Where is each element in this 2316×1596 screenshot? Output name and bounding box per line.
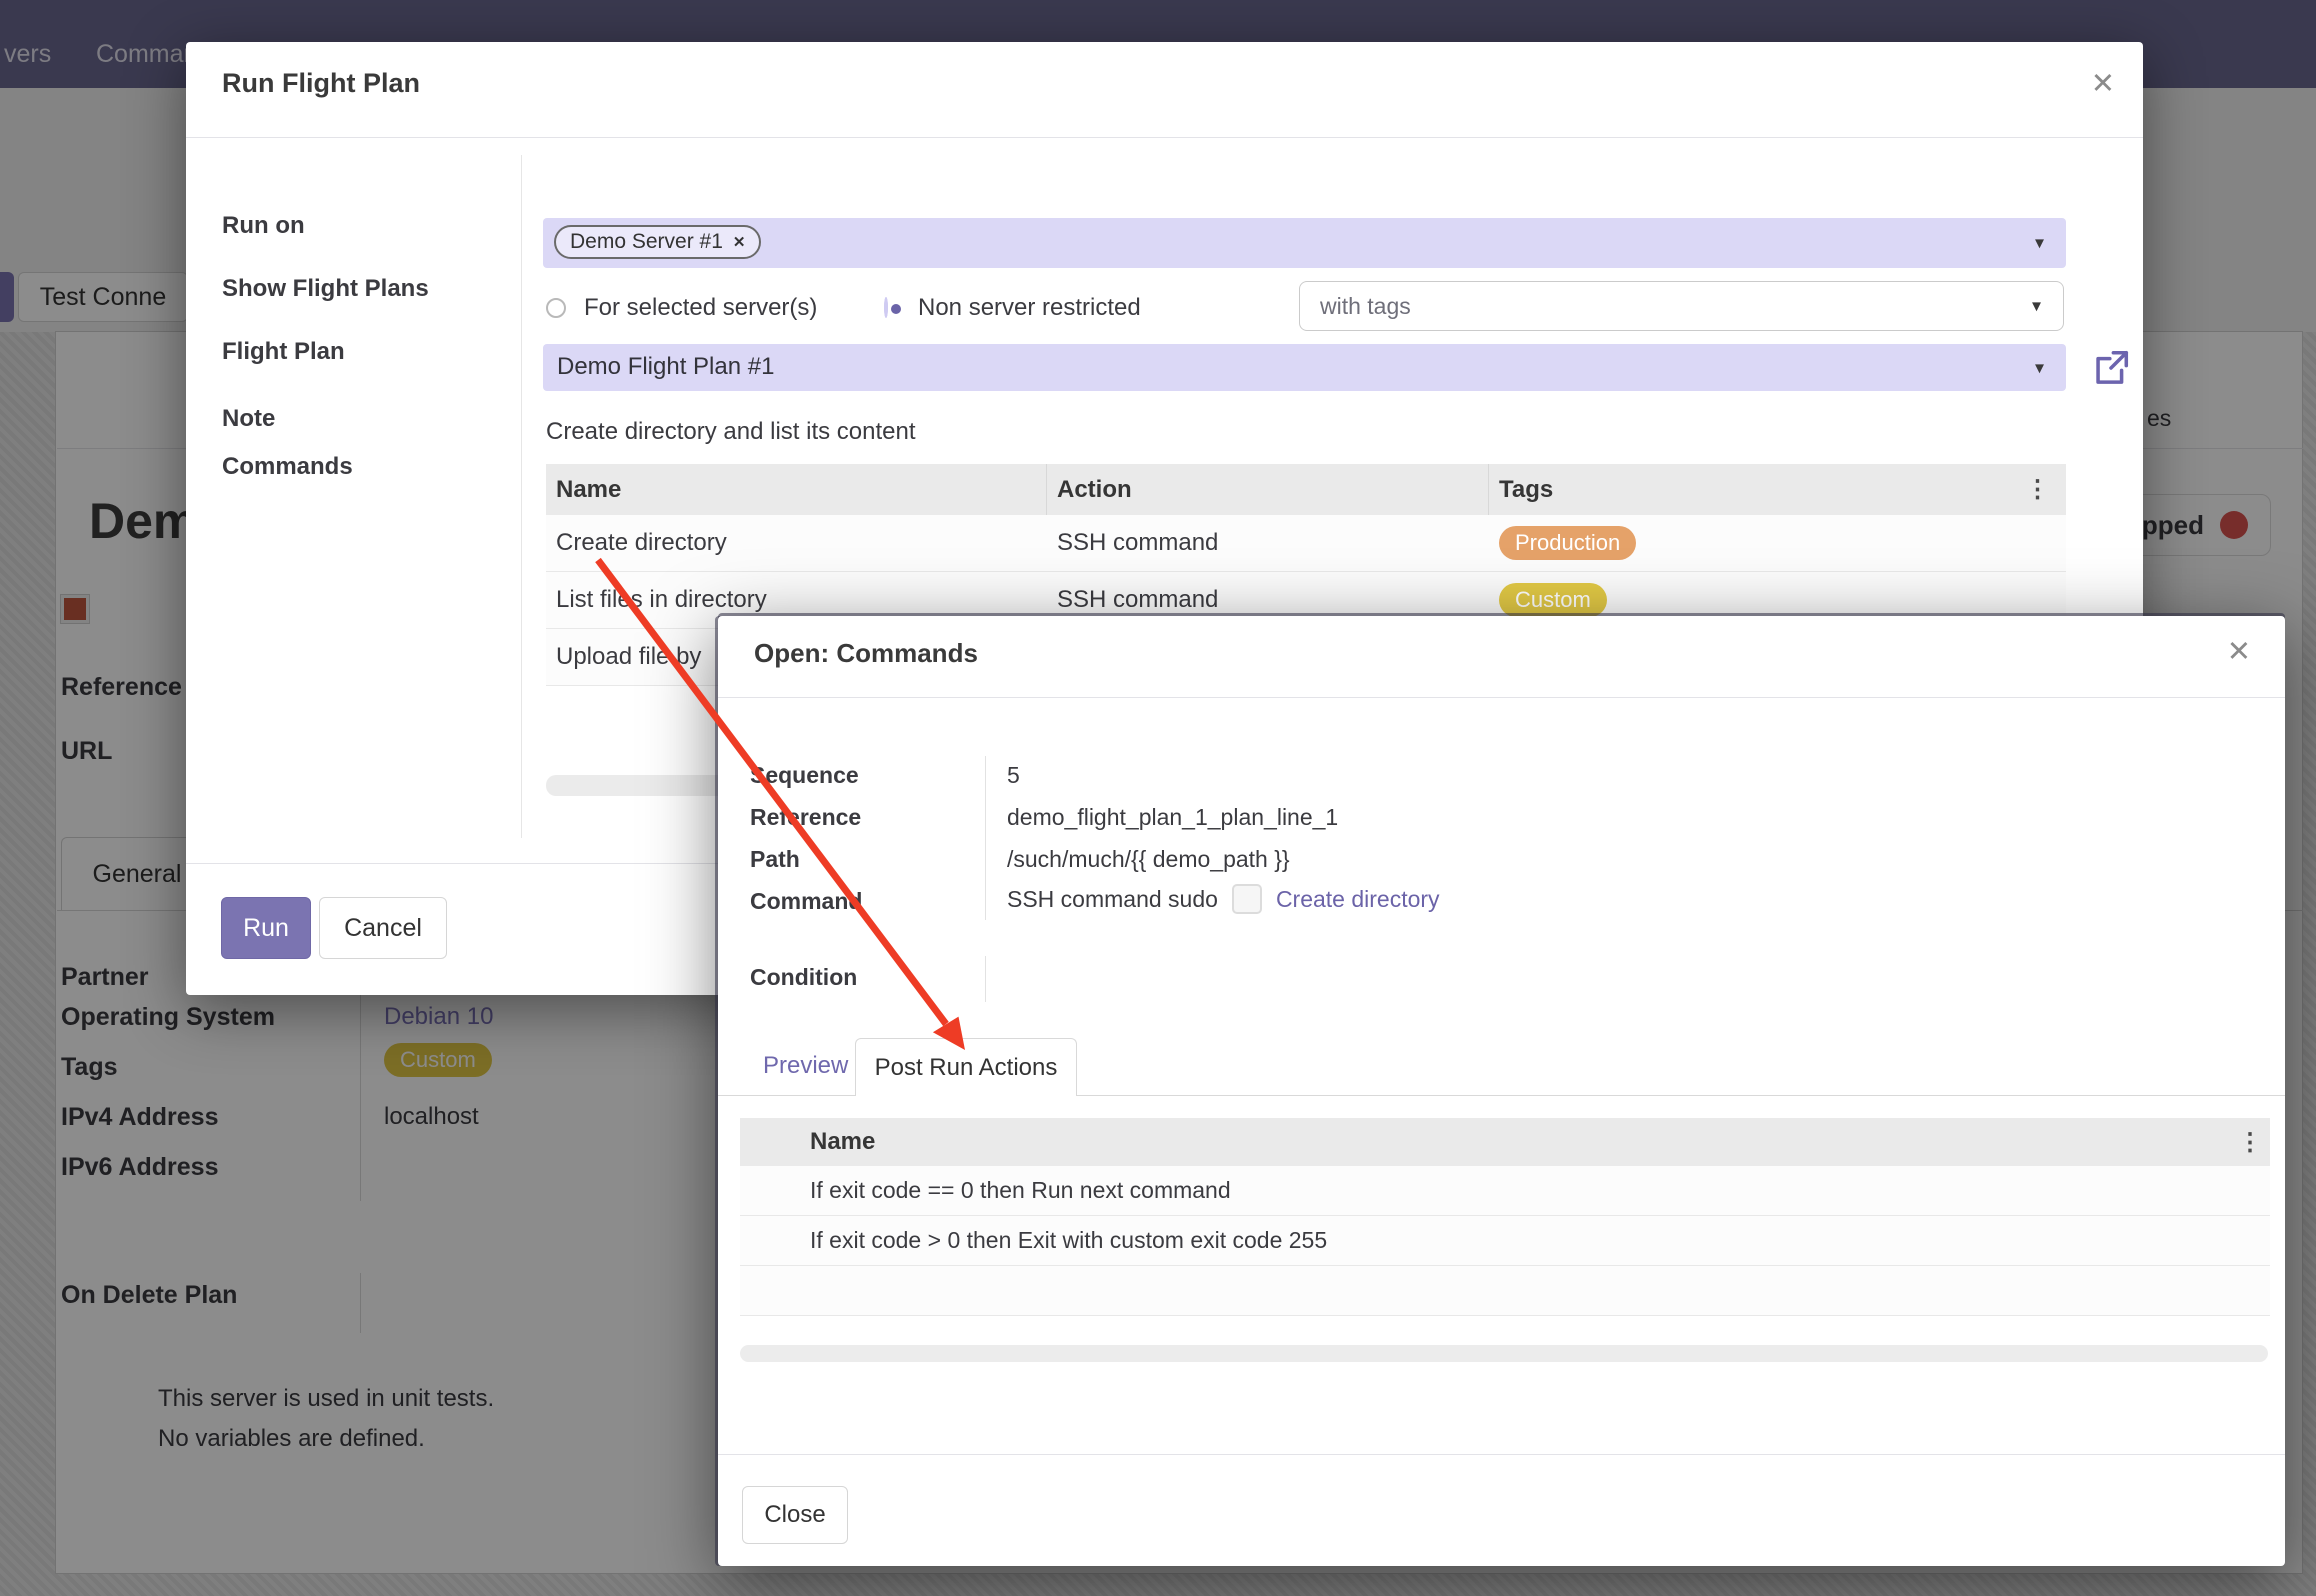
- column-header-name[interactable]: Name: [546, 464, 1047, 515]
- external-link-icon[interactable]: [2091, 348, 2131, 388]
- note-label: Note: [222, 405, 275, 433]
- reference-value: demo_flight_plan_1_plan_line_1: [1007, 804, 1338, 831]
- tab-post-run-actions[interactable]: Post Run Actions: [855, 1038, 1077, 1096]
- command-link[interactable]: Create directory: [1276, 886, 1440, 913]
- chevron-down-icon: ▾: [2035, 357, 2044, 378]
- column-header-tags[interactable]: Tags: [1489, 464, 2009, 515]
- radio-non-server-restricted-label[interactable]: Non server restricted: [918, 294, 1141, 322]
- cancel-button[interactable]: Cancel: [319, 897, 447, 959]
- screen: vers Commands Files Tools Settings Test …: [0, 0, 2316, 1596]
- run-button-label: Run: [243, 914, 289, 943]
- flight-plan-value: Demo Flight Plan #1: [557, 353, 774, 381]
- condition-label: Condition: [750, 964, 857, 991]
- show-flight-plans-label: Show Flight Plans: [222, 275, 429, 303]
- label-column-divider: [521, 155, 522, 838]
- table-row[interactable]: If exit code == 0 then Run next command: [740, 1166, 2270, 1216]
- condition-column-divider: [985, 956, 986, 1002]
- close-icon[interactable]: ✕: [2091, 70, 2115, 99]
- command-label: Command: [750, 888, 862, 915]
- tab-preview[interactable]: Preview: [763, 1052, 848, 1080]
- label-column-divider: [985, 756, 986, 920]
- radio-for-selected-servers-label[interactable]: For selected server(s): [584, 294, 817, 322]
- run-on-label: Run on: [222, 212, 305, 240]
- dialog-title: Open: Commands: [754, 638, 978, 669]
- row-action: SSH command: [1047, 529, 1489, 557]
- column-options-icon[interactable]: ⋮: [2230, 1128, 2270, 1157]
- with-tags-placeholder: with tags: [1320, 293, 1411, 320]
- close-button[interactable]: Close: [742, 1486, 848, 1544]
- actions-table-header: Name ⋮: [740, 1118, 2270, 1166]
- tag-production-pill: Production: [1499, 526, 1636, 560]
- command-value: SSH command sudo: [1007, 886, 1218, 913]
- tag-custom-pill: Custom: [1499, 583, 1607, 617]
- row-name: If exit code > 0 then Exit with custom e…: [800, 1227, 2230, 1254]
- chip-remove-icon[interactable]: ✕: [733, 233, 746, 251]
- row-name: Create directory: [546, 529, 1047, 557]
- close-button-label: Close: [764, 1501, 825, 1529]
- column-header-name[interactable]: Name: [800, 1128, 2230, 1156]
- run-button[interactable]: Run: [221, 897, 311, 959]
- dialog-title: Run Flight Plan: [222, 68, 420, 99]
- chevron-down-icon: ▾: [2032, 296, 2041, 317]
- path-value: /such/much/{{ demo_path }}: [1007, 846, 1290, 873]
- header-divider: [186, 137, 2143, 138]
- commands-table-header: Name Action Tags ⋮: [546, 464, 2066, 515]
- column-header-action[interactable]: Action: [1047, 464, 1489, 515]
- header-divider: [718, 697, 2285, 698]
- commands-label: Commands: [222, 453, 353, 481]
- flight-plan-label: Flight Plan: [222, 338, 345, 366]
- radio-for-selected-servers[interactable]: [546, 298, 566, 318]
- flight-plan-note: Create directory and list its content: [546, 418, 916, 446]
- flight-plan-select[interactable]: Demo Flight Plan #1 ▾: [543, 344, 2066, 391]
- footer-divider: [718, 1454, 2285, 1455]
- tab-baseline-left: [718, 1095, 855, 1096]
- row-name: If exit code == 0 then Run next command: [800, 1177, 2230, 1204]
- open-commands-dialog: Open: Commands ✕ Sequence Reference Path…: [718, 616, 2285, 1566]
- tab-post-run-actions-label: Post Run Actions: [875, 1054, 1058, 1082]
- server-chip-label: Demo Server #1: [570, 230, 723, 254]
- server-chip: Demo Server #1 ✕: [554, 225, 761, 259]
- reference-label: Reference: [750, 804, 861, 831]
- chevron-down-icon: ▾: [2035, 233, 2044, 254]
- row-action: SSH command: [1047, 586, 1489, 614]
- tab-baseline-right: [1077, 1095, 2285, 1096]
- sudo-checkbox[interactable]: [1232, 884, 1262, 914]
- sequence-value: 5: [1007, 762, 1020, 789]
- path-label: Path: [750, 846, 800, 873]
- table-row[interactable]: Create directory SSH command Production: [546, 515, 2066, 572]
- close-icon[interactable]: ✕: [2227, 638, 2251, 667]
- row-name: List files in directory: [546, 586, 1047, 614]
- table-row[interactable]: If exit code > 0 then Exit with custom e…: [740, 1216, 2270, 1266]
- with-tags-select[interactable]: with tags ▾: [1299, 281, 2064, 331]
- sequence-label: Sequence: [750, 762, 859, 789]
- cancel-button-label: Cancel: [344, 914, 422, 943]
- run-on-select[interactable]: Demo Server #1 ✕ ▾: [543, 218, 2066, 268]
- radio-non-server-restricted[interactable]: [884, 297, 888, 318]
- table-horizontal-scrollbar[interactable]: [740, 1345, 2268, 1362]
- table-row[interactable]: [740, 1266, 2270, 1316]
- column-options-icon[interactable]: ⋮: [2009, 475, 2066, 504]
